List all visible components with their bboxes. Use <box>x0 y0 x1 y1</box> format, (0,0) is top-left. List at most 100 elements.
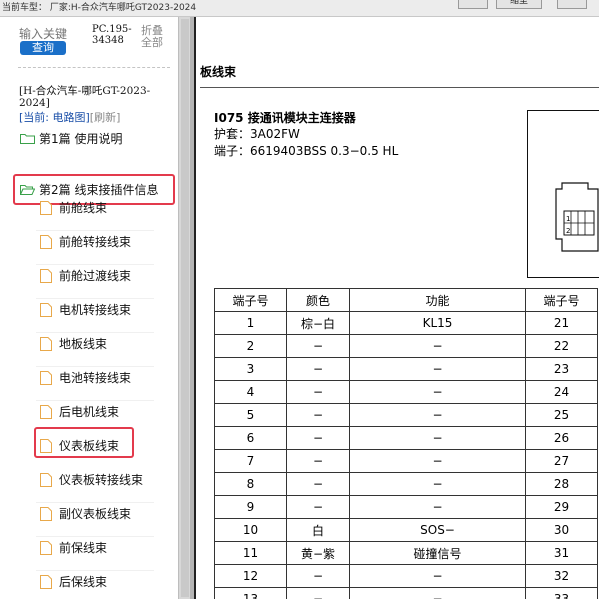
tree-item-label: 后电机线束 <box>59 405 120 419</box>
table-cell: − <box>286 472 350 496</box>
tree-item-9[interactable]: 副仪表板线束 <box>40 502 160 526</box>
table-cell: 22 <box>525 334 598 358</box>
divider <box>18 67 170 68</box>
toolbar-button-1[interactable] <box>458 0 488 9</box>
tree-item-8[interactable]: 仪表板转接线束 <box>40 468 160 492</box>
diagram-pin-label: 2 <box>566 227 570 235</box>
table-cell: 27 <box>525 449 598 473</box>
toolbar-button-2[interactable]: 缩室 <box>496 0 542 9</box>
table-cell: − <box>349 449 526 473</box>
tree-item-6[interactable]: 后电机线束 <box>40 400 160 424</box>
tree-item-11[interactable]: 后保线束 <box>40 570 160 594</box>
table-cell: 7 <box>214 449 287 473</box>
table-cell: 白 <box>286 518 350 542</box>
table-cell: 30 <box>525 518 598 542</box>
table-cell: − <box>349 495 526 519</box>
toolbar-button-3[interactable] <box>557 0 587 9</box>
tree-item-label: 副仪表板线束 <box>59 507 132 521</box>
row-divider <box>36 366 154 367</box>
table-cell: − <box>286 334 350 358</box>
tree-item-7[interactable]: 仪表板线束 <box>40 434 160 458</box>
table-cell: − <box>286 426 350 450</box>
current-view-label[interactable]: [当前: 电路图] <box>19 111 90 124</box>
table-header: 功能 <box>349 288 526 312</box>
table-cell: 8 <box>214 472 287 496</box>
connector-title: I075 接通讯模块主连接器 <box>214 111 356 125</box>
table-cell: − <box>286 495 350 519</box>
tree-item-3[interactable]: 电机转接线束 <box>40 298 160 322</box>
scrollbar-thumb[interactable] <box>181 19 189 597</box>
table-header: 端子号 <box>525 288 598 312</box>
table-cell: 25 <box>525 403 598 427</box>
tree-item-label: 前舱转接线束 <box>59 235 132 249</box>
search-button[interactable]: 查询 <box>20 41 66 55</box>
table-row: 6− −26 <box>214 426 598 450</box>
top-bar: 当前车型： 厂家:H-合众汽车哪吒GT2023-2024 缩室 <box>0 0 599 17</box>
table-cell: − <box>349 380 526 404</box>
table-cell: − <box>349 564 526 588</box>
table-cell: SOS− <box>349 518 526 542</box>
document-icon <box>40 405 52 419</box>
collapse-all-link[interactable]: 折叠 全部 <box>141 25 163 49</box>
document-icon <box>40 235 52 249</box>
row-divider <box>36 230 154 231</box>
sidebar: 查询 PC.195- 34348 折叠 全部 [H-合众汽车-哪吒GT-2023… <box>0 17 178 599</box>
table-header: 端子号 <box>214 288 287 312</box>
document-icon <box>40 269 52 283</box>
table-cell: 24 <box>525 380 598 404</box>
tree-chapter-1[interactable]: 第1篇 使用说明 <box>20 127 170 151</box>
refresh-link[interactable]: [刷新] <box>90 111 121 124</box>
table-row: 7− −27 <box>214 449 598 473</box>
tree-item-10[interactable]: 前保线束 <box>40 536 160 560</box>
connector-guard: 护套：3A02FW <box>214 127 300 141</box>
table-cell: 31 <box>525 541 598 565</box>
tree-item-4[interactable]: 地板线束 <box>40 332 160 356</box>
document-icon <box>40 337 52 351</box>
folder-icon <box>20 134 35 144</box>
breadcrumb: [H-合众汽车-哪吒GT-2023-2024] <box>19 85 151 109</box>
connector-terminal: 端子：6619403BSS 0.3−0.5 HL <box>214 144 399 158</box>
table-cell: − <box>286 449 350 473</box>
document-icon <box>40 507 52 521</box>
table-cell: 碰撞信号 <box>349 541 526 565</box>
row-divider <box>36 298 154 299</box>
tree-item-label: 仪表板转接线束 <box>59 473 144 487</box>
table-row: 11 黄−紫 碰撞信号 31 <box>214 541 598 565</box>
table-cell: 2 <box>214 334 287 358</box>
tree-item-2[interactable]: 前舱过渡线束 <box>40 264 160 288</box>
tree-item-label: 前舱线束 <box>59 201 108 215</box>
table-row: 8− −28 <box>214 472 598 496</box>
table-cell: 12 <box>214 564 287 588</box>
section-title: 板线束 <box>200 65 237 79</box>
row-divider <box>36 570 154 571</box>
table-header: 颜色 <box>286 288 350 312</box>
table-row: 5− −25 <box>214 403 598 427</box>
tree-item-label: 地板线束 <box>59 337 108 351</box>
table-cell: 棕−白 <box>286 311 350 335</box>
table-cell: − <box>349 357 526 381</box>
diagram-pin-label: 1 <box>566 215 570 223</box>
document-icon <box>40 303 52 317</box>
tree-chapter-label: 第1篇 使用说明 <box>39 132 123 146</box>
table-cell: 29 <box>525 495 598 519</box>
document-icon <box>40 575 52 589</box>
row-divider <box>36 332 154 333</box>
tree-item-label: 仪表板线束 <box>59 439 120 453</box>
table-cell: 4 <box>214 380 287 404</box>
tree-item-label: 后保线束 <box>59 575 108 589</box>
table-row: 13− −33 <box>214 587 598 599</box>
tree-item-1[interactable]: 前舱转接线束 <box>40 230 160 254</box>
search-input[interactable] <box>19 27 85 41</box>
section-divider <box>200 87 599 88</box>
table-cell: − <box>349 587 526 599</box>
table-cell: − <box>349 472 526 496</box>
document-icon <box>40 541 52 555</box>
tree-item-0[interactable]: 前舱线束 <box>40 196 160 220</box>
table-row: 12− −32 <box>214 564 598 588</box>
connector-diagram: 1 2 <box>527 110 599 278</box>
tree-item-5[interactable]: 电池转接线束 <box>40 366 160 390</box>
table-header-row: 端子号 颜色 功能 端子号 <box>214 288 598 312</box>
table-cell: 33 <box>525 587 598 599</box>
current-view: [当前: 电路图][刷新] <box>19 109 120 125</box>
table-cell: 6 <box>214 426 287 450</box>
